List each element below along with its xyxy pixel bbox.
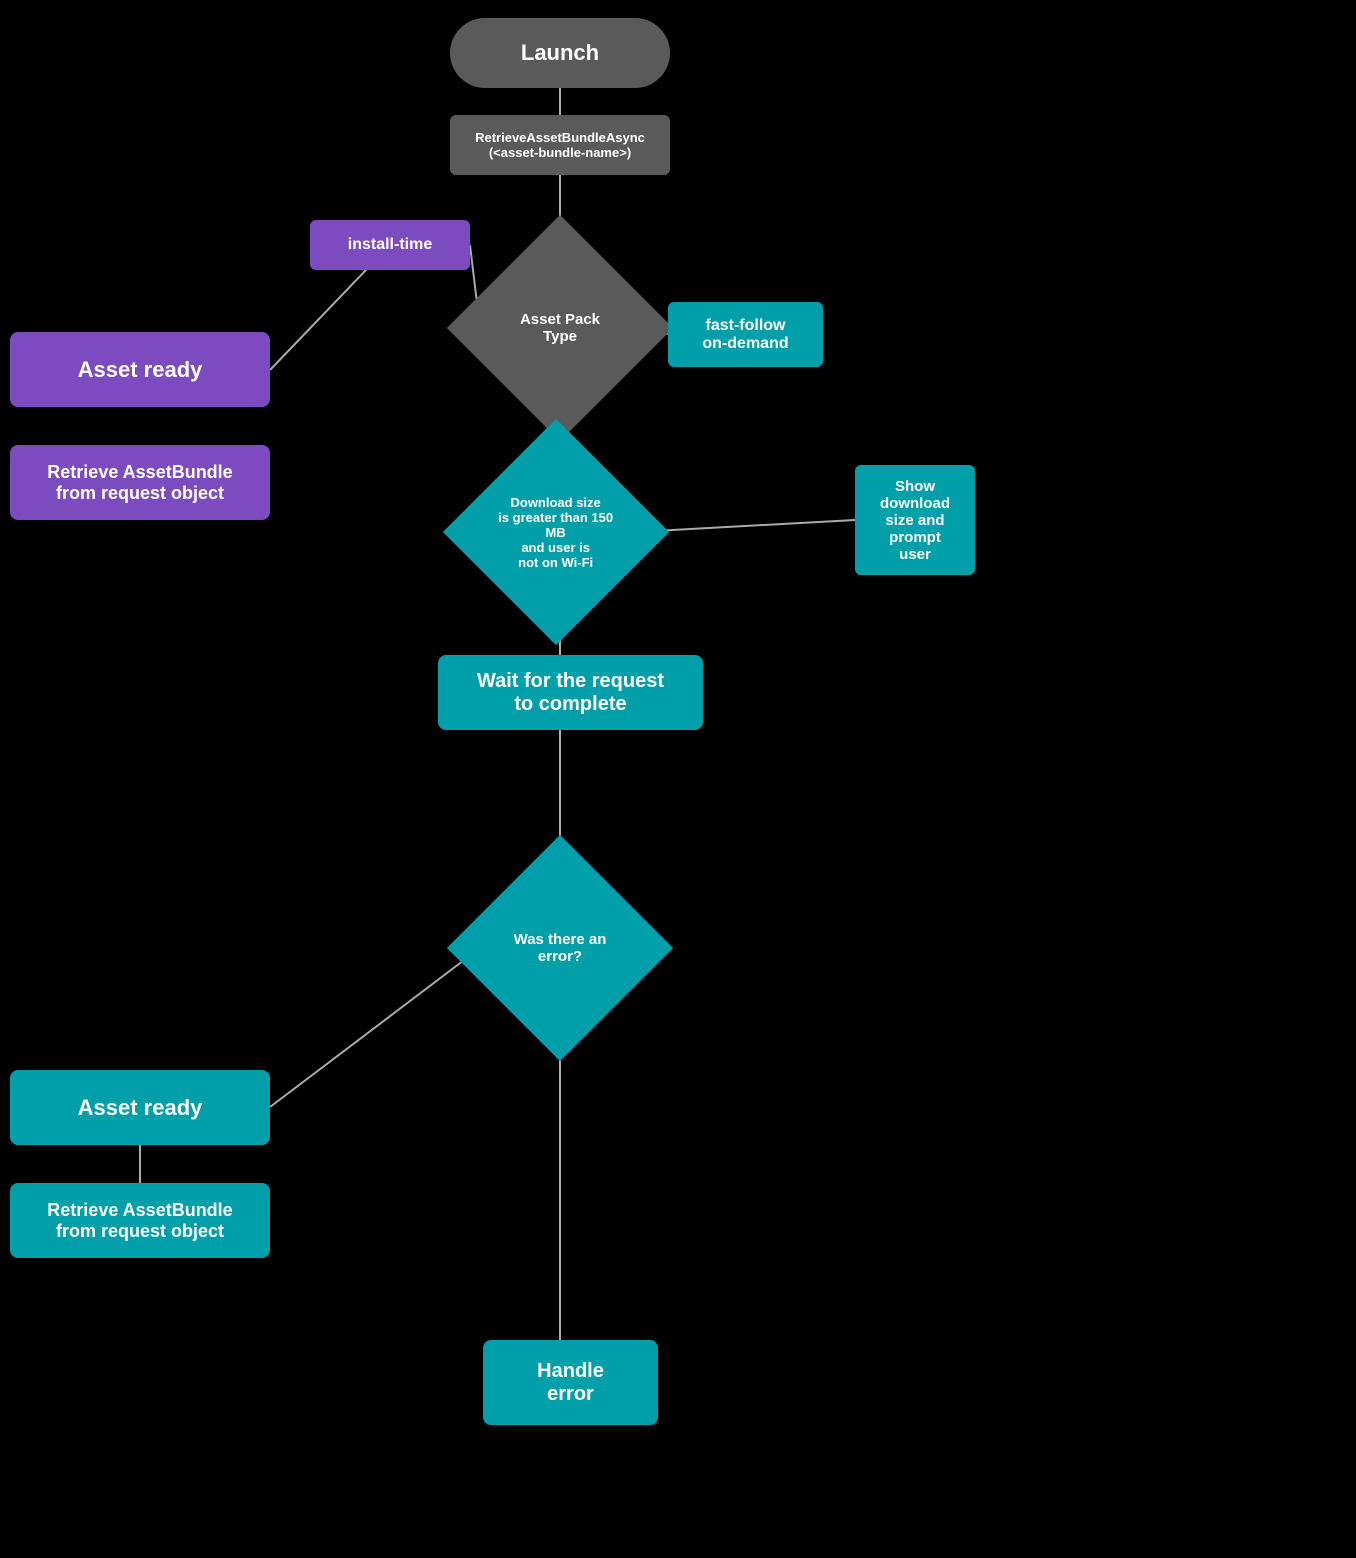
asset-pack-type-diamond: Asset Pack Type bbox=[447, 215, 673, 441]
asset-ready-purple-node: Asset ready bbox=[10, 332, 270, 407]
retrieve-bundle-purple-node: Retrieve AssetBundle from request object bbox=[10, 445, 270, 520]
show-download-node: Show download size and prompt user bbox=[855, 465, 975, 575]
download-size-label: Download size is greater than 150 MB and… bbox=[486, 491, 626, 574]
asset-ready-teal-node: Asset ready bbox=[10, 1070, 270, 1145]
download-size-diamond: Download size is greater than 150 MB and… bbox=[443, 419, 669, 645]
flowchart: Launch RetrieveAssetBundleAsync (<asset-… bbox=[0, 0, 1356, 1558]
error-diamond: Was there an error? bbox=[447, 835, 673, 1061]
retrieve-async-node: RetrieveAssetBundleAsync (<asset-bundle-… bbox=[450, 115, 670, 175]
handle-error-node: Handle error bbox=[483, 1340, 658, 1425]
connectors bbox=[0, 0, 1356, 1558]
wait-request-node: Wait for the request to complete bbox=[438, 655, 703, 730]
error-label: Was there an error? bbox=[490, 927, 630, 969]
retrieve-bundle-teal-node: Retrieve AssetBundle from request object bbox=[10, 1183, 270, 1258]
fast-follow-node: fast-follow on-demand bbox=[668, 302, 823, 367]
install-time-node: install-time bbox=[310, 220, 470, 270]
asset-pack-type-label: Asset Pack Type bbox=[490, 307, 630, 349]
launch-node: Launch bbox=[450, 18, 670, 88]
